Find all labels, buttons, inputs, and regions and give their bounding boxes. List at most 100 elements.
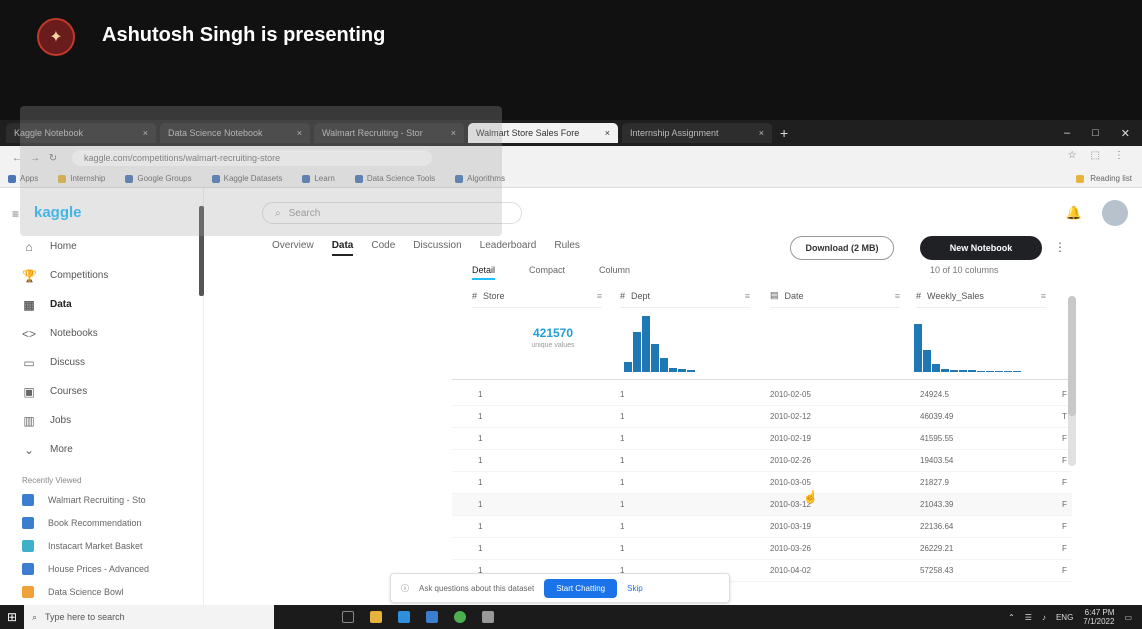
close-icon[interactable]: × — [755, 128, 764, 138]
column-menu-icon[interactable]: ≡ — [895, 291, 900, 301]
tab-label: Internship Assignment — [630, 128, 719, 138]
taskbar-search[interactable]: ⌕ Type here to search — [24, 605, 274, 629]
table-row[interactable]: 1 1 2010-03-05 21827.9 F — [452, 472, 1072, 494]
language-indicator[interactable]: ENG — [1056, 613, 1073, 622]
minimize-icon[interactable]: – — [1064, 127, 1070, 139]
table-row[interactable]: 1 1 2010-03-12 21043.39 F — [452, 494, 1072, 516]
dataset-icon — [22, 585, 34, 598]
column-menu-icon[interactable]: ≡ — [597, 291, 602, 301]
subtab-detail[interactable]: Detail — [472, 265, 496, 280]
volume-icon[interactable]: ♪ — [1042, 613, 1046, 622]
sidebar-item-home[interactable]: ⌂ Home — [0, 232, 204, 261]
sidebar-item-discuss[interactable]: ▭ Discuss — [0, 348, 204, 377]
hamburger-icon[interactable]: ≡ — [12, 207, 19, 221]
task-view-glyph — [342, 611, 354, 623]
extensions-icon[interactable]: ⬚ — [1091, 150, 1100, 161]
bell-icon[interactable]: 🔔 — [1066, 205, 1082, 221]
sidebar-item-data[interactable]: ▦ Data — [0, 290, 204, 319]
notification-icon[interactable]: ▭ — [1124, 613, 1132, 622]
hist-bar — [914, 324, 922, 372]
table-row[interactable]: 1 1 2010-02-05 24924.5 F — [452, 384, 1072, 406]
mail-icon[interactable] — [418, 605, 446, 629]
tab-rules[interactable]: Rules — [554, 240, 580, 256]
maximize-icon[interactable]: □ — [1092, 127, 1099, 139]
recent-item[interactable]: Instacart Market Basket — [0, 534, 204, 557]
sidebar-item-jobs[interactable]: ▥ Jobs — [0, 406, 204, 435]
recent-item[interactable]: Walmart Recruiting - Sto — [0, 488, 204, 511]
tab-discussion[interactable]: Discussion — [413, 240, 461, 256]
dataset-icon — [22, 493, 34, 506]
close-icon[interactable]: × — [601, 128, 610, 138]
file-explorer-icon[interactable] — [362, 605, 390, 629]
scrollbar-thumb[interactable] — [1068, 296, 1076, 416]
hist-bar — [660, 358, 668, 372]
new-tab-icon[interactable]: + — [780, 125, 788, 141]
recent-item[interactable]: Book Recommendation — [0, 511, 204, 534]
recent-list: Walmart Recruiting - Sto Book Recommenda… — [0, 488, 204, 603]
dataset-icon — [22, 562, 34, 575]
table-scrollbar[interactable] — [1068, 296, 1076, 466]
reading-list-icon — [1076, 174, 1085, 183]
table-row[interactable]: 1 1 2010-03-19 22136.64 F — [452, 516, 1072, 538]
presenter-banner: ✦ Ashutosh Singh is presenting — [0, 0, 1142, 120]
header-actions: 🔔 — [1066, 200, 1128, 226]
recent-item[interactable]: House Prices - Advanced — [0, 557, 204, 580]
column-header[interactable]: ▤ Date ≡ — [770, 284, 900, 308]
new-notebook-button[interactable]: New Notebook — [920, 236, 1042, 260]
table-row[interactable]: 1 1 2010-02-26 19403.54 F — [452, 450, 1072, 472]
system-tray: ⌃ ☰ ♪ ENG 6:47 PM 7/1/2022 ▭ — [1008, 605, 1132, 629]
sidebar-item-notebooks[interactable]: <> Notebooks — [0, 319, 204, 348]
column-menu-icon[interactable]: ≡ — [1041, 291, 1046, 301]
tab-overview[interactable]: Overview — [272, 240, 314, 256]
hist-bar — [977, 371, 985, 372]
subtab-compact[interactable]: Compact — [529, 265, 565, 280]
column-header[interactable]: # Store ≡ — [472, 284, 602, 308]
tab-code[interactable]: Code — [371, 240, 395, 256]
table-icon: ▦ — [23, 297, 35, 312]
reading-list[interactable]: Reading list — [1076, 174, 1132, 183]
subtab-column[interactable]: Column — [599, 265, 630, 280]
sidebar-nav: ⌂ Home 🏆 Competitions ▦ Data <> Notebooks ▭ D… — [0, 232, 204, 464]
sidebar-item-competitions[interactable]: 🏆 Competitions — [0, 261, 204, 290]
column-header[interactable]: # Dept ≡ — [620, 284, 750, 308]
menu-icon[interactable]: ⋮ — [1114, 150, 1124, 161]
sidebar-item-courses[interactable]: ▣ Courses — [0, 377, 204, 406]
network-icon[interactable]: ☰ — [1025, 613, 1032, 622]
recent-heading: Recently Viewed — [22, 476, 82, 485]
tab-leaderboard[interactable]: Leaderboard — [480, 240, 537, 256]
edge-icon[interactable] — [390, 605, 418, 629]
hist-bar — [1013, 371, 1021, 372]
column-header[interactable]: # Weekly_Sales ≡ — [916, 284, 1046, 308]
settings-icon[interactable] — [474, 605, 502, 629]
table-row[interactable]: 1 1 2010-02-12 46039.49 T — [452, 406, 1072, 428]
table-row[interactable]: 1 1 2010-02-19 41595.55 F — [452, 428, 1072, 450]
presenter-text: Ashutosh Singh is presenting — [102, 24, 386, 46]
chrome-icon[interactable] — [446, 605, 474, 629]
avatar[interactable] — [1102, 200, 1128, 226]
tab-data[interactable]: Data — [331, 240, 354, 256]
sidebar-item-more[interactable]: ⌄ More — [0, 435, 204, 464]
close-window-icon[interactable]: ✕ — [1121, 127, 1130, 140]
star-icon[interactable]: ☆ — [1068, 150, 1077, 161]
skip-button[interactable]: Skip — [627, 584, 643, 593]
windows-start-icon[interactable]: ⊞ — [0, 605, 24, 629]
recent-item[interactable]: Data Science Bowl — [0, 580, 204, 603]
detail-tabs: Overview Data Code Discussion Leaderboar… — [272, 240, 580, 256]
hist-bar — [959, 370, 967, 372]
column-select[interactable]: 10 of 10 columns — [930, 265, 999, 275]
unique-count-label: unique values — [531, 342, 575, 349]
chevron-up-icon[interactable]: ⌃ — [1008, 613, 1015, 622]
column-menu-icon[interactable]: ≡ — [745, 291, 750, 301]
table-row[interactable]: 1 1 2010-03-26 26229.21 F — [452, 538, 1072, 560]
mouse-cursor-icon: ☝ — [803, 490, 818, 504]
browser-tab[interactable]: Internship Assignment × — [622, 123, 772, 143]
clock[interactable]: 6:47 PM 7/1/2022 — [1083, 608, 1114, 626]
more-options-icon[interactable]: ⋮ — [1054, 240, 1066, 254]
blurred-overlay — [20, 106, 502, 236]
task-view-icon[interactable] — [334, 605, 362, 629]
start-chatting-button[interactable]: Start Chatting — [544, 578, 618, 598]
dataset-icon — [22, 516, 34, 529]
screen: ✦ Ashutosh Singh is presenting Kaggle No… — [0, 0, 1142, 629]
view-subtabs: Detail Compact Column — [472, 265, 630, 280]
download-button[interactable]: Download (2 MB) — [790, 236, 894, 260]
